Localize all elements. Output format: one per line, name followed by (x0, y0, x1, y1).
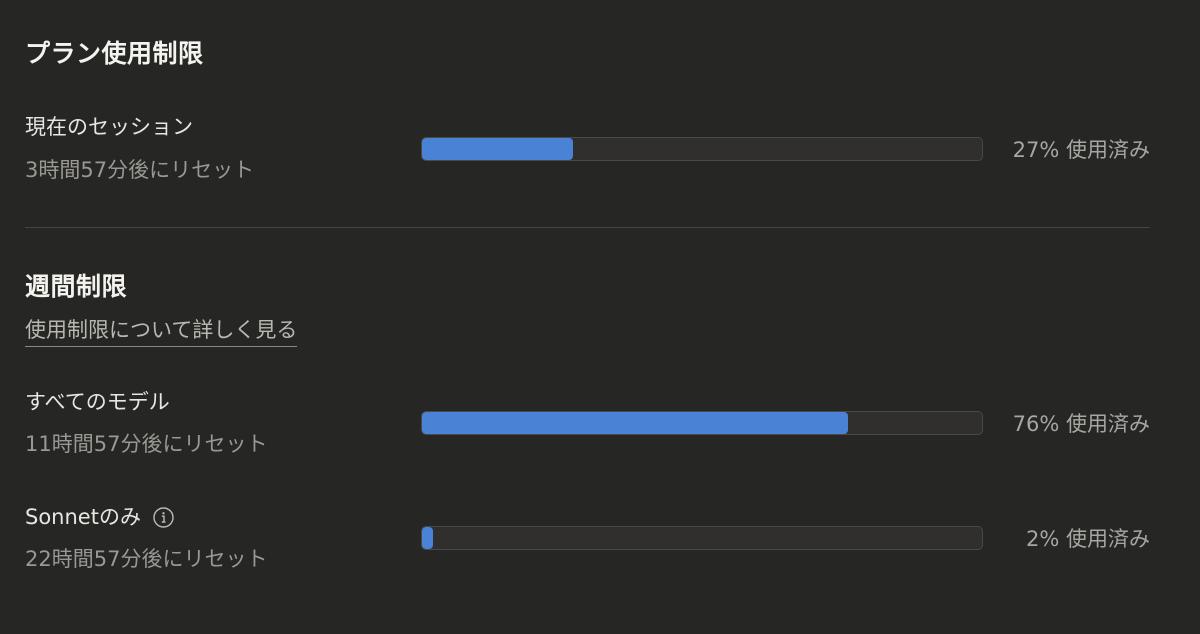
section-divider (25, 227, 1150, 228)
all-models-reset-text: 11時間57分後にリセット (25, 432, 268, 456)
all-models-progress-fill (422, 412, 848, 434)
sonnet-only-progress-fill (422, 527, 434, 549)
sonnet-only-progress-bar (421, 526, 983, 550)
plan-limits-title: プラン使用制限 (25, 39, 204, 68)
all-models-label: すべてのモデル (25, 390, 170, 414)
current-session-percent: 27% 使用済み (1012, 138, 1150, 162)
current-session-progress-fill (422, 138, 574, 160)
sonnet-only-row-label: Sonnetのみ (25, 507, 174, 528)
sonnet-only-reset-text: 22時間57分後にリセット (25, 547, 268, 571)
weekly-limits-title: 週間制限 (25, 272, 128, 301)
sonnet-only-percent: 2% 使用済み (1026, 527, 1150, 551)
sonnet-only-label: Sonnetのみ (25, 505, 141, 529)
current-session-label: 現在のセッション (25, 115, 193, 139)
info-icon[interactable] (153, 507, 174, 528)
current-session-progress-bar (421, 137, 983, 161)
all-models-percent: 76% 使用済み (1012, 412, 1150, 436)
current-session-reset-text: 3時間57分後にリセット (25, 158, 255, 182)
all-models-progress-bar (421, 411, 983, 435)
learn-more-link[interactable]: 使用制限について詳しく見る (25, 320, 298, 347)
